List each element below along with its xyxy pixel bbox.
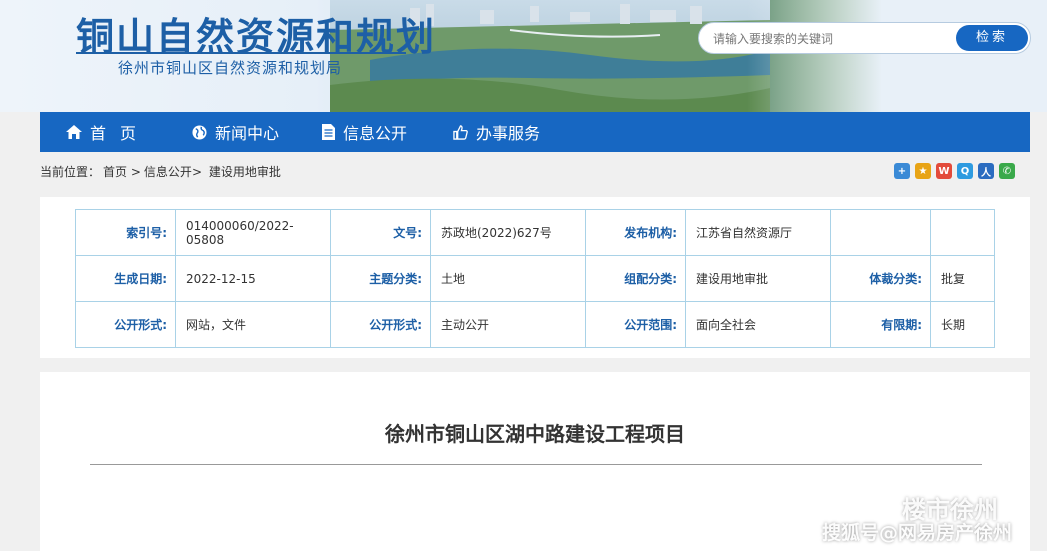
- meta-key: 有限期:: [830, 301, 931, 348]
- meta-value: 2022-12-15: [175, 255, 331, 302]
- globe-icon: [192, 124, 207, 140]
- wechat-share-icon[interactable]: ✆: [999, 163, 1015, 179]
- renren-share-icon[interactable]: 人: [978, 163, 994, 179]
- header-banner: 铜山自然资源和规划 徐州市铜山区自然资源和规划局 检索: [0, 0, 1047, 112]
- star-share-icon[interactable]: ★: [915, 163, 931, 179]
- breadcrumb-info[interactable]: 信息公开: [144, 165, 192, 179]
- nav-item-services[interactable]: 办事服务: [453, 112, 540, 152]
- meta-value: 苏政地(2022)627号: [430, 209, 586, 256]
- nav-item-label: 信息公开: [343, 124, 408, 143]
- info-metadata-card: 索引号: 014000060/2022-05808 文号: 苏政地(2022)6…: [40, 197, 1030, 358]
- meta-key: 公开形式:: [75, 301, 176, 348]
- search-button[interactable]: 检索: [956, 25, 1028, 51]
- site-subtitle: 徐州市铜山区自然资源和规划局: [118, 59, 343, 77]
- nav-item-label: 办事服务: [476, 124, 541, 143]
- meta-key: 公开范围:: [585, 301, 686, 348]
- meta-key: 公开形式:: [330, 301, 431, 348]
- title-divider: [90, 464, 982, 465]
- share-bar: + ★ W Q 人 ✆: [894, 163, 1015, 179]
- wechat-logo-icon: [862, 497, 888, 518]
- meta-key: [830, 209, 931, 256]
- meta-key: 主题分类:: [330, 255, 431, 302]
- meta-value: 江苏省自然资源厅: [685, 209, 831, 256]
- breadcrumb-home[interactable]: 首页: [103, 165, 127, 179]
- breadcrumb: 当前位置： 首页 > 信息公开> 建设用地审批: [40, 163, 281, 180]
- plus-share-icon[interactable]: +: [894, 163, 910, 179]
- meta-value: 长期: [930, 301, 995, 348]
- main-nav: 首页 新闻中心 信息公开 办事服务: [40, 112, 1030, 152]
- document-icon: [322, 124, 335, 140]
- meta-value: 网站，文件: [175, 301, 331, 348]
- meta-value: [930, 209, 995, 256]
- meta-value: 主动公开: [430, 301, 586, 348]
- table-row: 索引号: 014000060/2022-05808 文号: 苏政地(2022)6…: [75, 209, 995, 256]
- meta-value: 面向全社会: [685, 301, 831, 348]
- breadcrumb-prefix: 当前位置：: [40, 165, 101, 179]
- meta-key: 发布机构:: [585, 209, 686, 256]
- meta-key: 生成日期:: [75, 255, 176, 302]
- nav-item-news[interactable]: 新闻中心: [192, 112, 279, 152]
- meta-key: 文号:: [330, 209, 431, 256]
- title-underline: [76, 52, 406, 54]
- home-icon: [66, 125, 82, 139]
- breadcrumb-separator: >: [191, 165, 202, 179]
- meta-key: 索引号:: [75, 209, 176, 256]
- article-title: 徐州市铜山区湖中路建设工程项目: [385, 422, 685, 446]
- nav-item-label: 新闻中心: [215, 124, 280, 143]
- table-row: 生成日期: 2022-12-15 主题分类: 土地 组配分类: 建设用地审批 体…: [75, 255, 995, 302]
- qq-share-icon[interactable]: Q: [957, 163, 973, 179]
- watermark-line2: 搜狐号@网易房产徐州: [822, 522, 1013, 544]
- meta-key: 组配分类:: [585, 255, 686, 302]
- meta-value: 建设用地审批: [685, 255, 831, 302]
- metadata-table: 索引号: 014000060/2022-05808 文号: 苏政地(2022)6…: [75, 209, 995, 348]
- weibo-share-icon[interactable]: W: [936, 163, 952, 179]
- nav-item-home[interactable]: 首页: [66, 112, 150, 152]
- meta-value: 土地: [430, 255, 586, 302]
- breadcrumb-current[interactable]: 建设用地审批: [209, 165, 281, 179]
- table-row: 公开形式: 网站，文件 公开形式: 主动公开 公开范围: 面向全社会 有限期: …: [75, 301, 995, 348]
- meta-key: 体裁分类:: [830, 255, 931, 302]
- search-input[interactable]: [713, 29, 943, 49]
- search-box: 检索: [698, 22, 1031, 54]
- breadcrumb-separator: >: [130, 165, 141, 179]
- nav-item-info[interactable]: 信息公开: [322, 112, 407, 152]
- nav-item-label: 首页: [90, 124, 151, 143]
- meta-value: 批复: [930, 255, 995, 302]
- meta-value: 014000060/2022-05808: [175, 209, 331, 256]
- thumbs-up-icon: [453, 124, 468, 140]
